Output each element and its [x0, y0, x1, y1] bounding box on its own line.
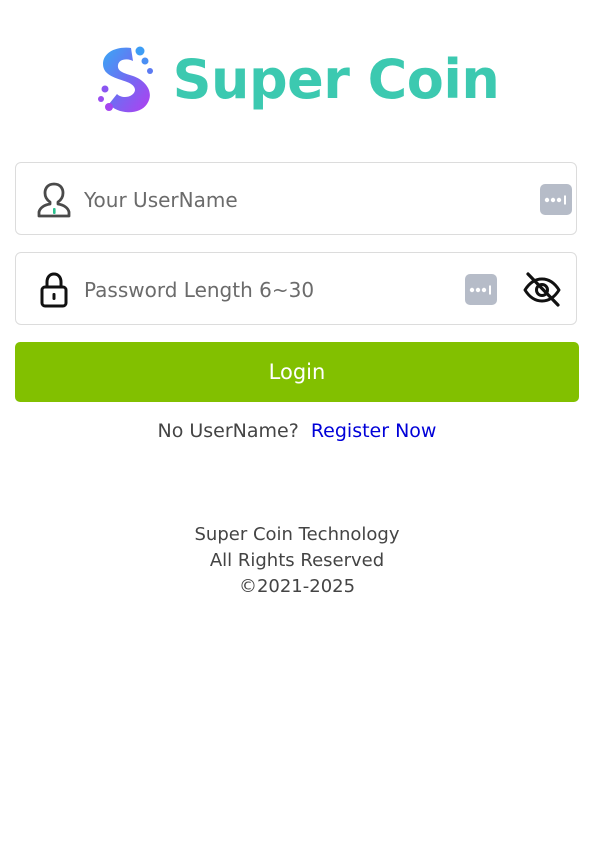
footer: Super Coin Technology All Rights Reserve… — [0, 522, 594, 600]
brand-title: Super Coin — [172, 48, 500, 111]
username-field — [15, 162, 577, 235]
username-password-key-button[interactable] — [540, 184, 572, 215]
password-key-button[interactable] — [465, 274, 497, 305]
register-now-link[interactable]: Register Now — [311, 420, 437, 442]
footer-copyright: ©2021-2025 — [238, 576, 356, 597]
password-input[interactable] — [84, 273, 464, 307]
brand-header: Super Coin — [0, 40, 594, 120]
no-username-label: No UserName? — [157, 420, 299, 442]
footer-company: Super Coin Technology — [194, 524, 400, 545]
footer-rights: All Rights Reserved — [209, 550, 385, 571]
password-key-icon — [544, 195, 566, 204]
password-field — [15, 252, 577, 325]
username-input[interactable] — [84, 183, 464, 217]
lock-icon — [40, 272, 68, 308]
super-coin-logo-icon — [97, 46, 153, 113]
login-button[interactable]: Login — [15, 342, 579, 402]
user-icon — [37, 182, 71, 218]
password-key-icon — [469, 285, 491, 294]
register-prompt: No UserName? Register Now — [0, 418, 594, 444]
eye-slash-icon[interactable] — [522, 270, 562, 310]
login-page: Super Coin Your UserName Login No UserNa… — [0, 0, 594, 865]
